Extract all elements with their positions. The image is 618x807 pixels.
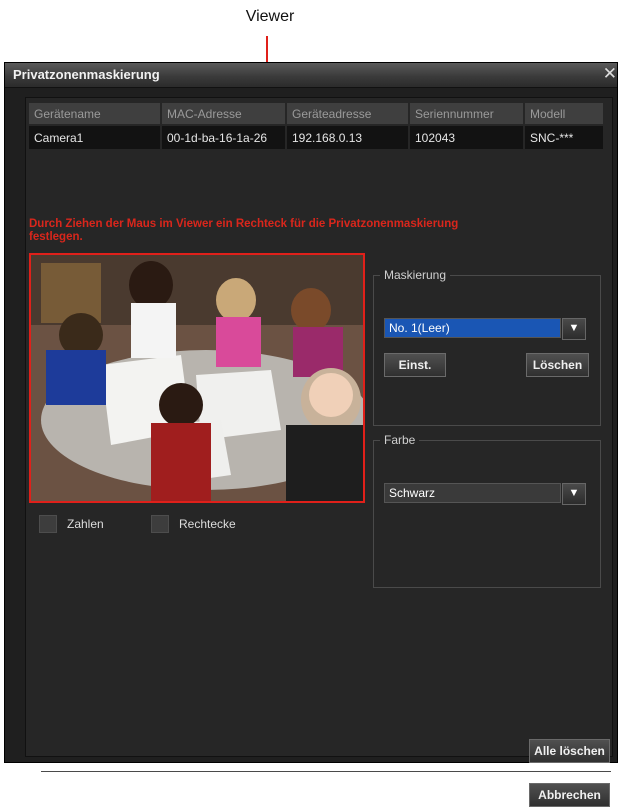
table-cell: 192.168.0.13 xyxy=(287,126,408,149)
set-button[interactable]: Einst. xyxy=(384,353,446,377)
viewer-callout-label: Viewer xyxy=(245,8,295,25)
column-header: Gerätename xyxy=(29,103,160,124)
mask-number-value: No. 1(Leer) xyxy=(389,321,450,335)
table-cell: SNC-*** xyxy=(525,126,603,149)
rectangles-label: Rechtecke xyxy=(179,517,236,531)
numbers-label: Zahlen xyxy=(67,517,104,531)
color-value: Schwarz xyxy=(389,486,436,500)
color-legend: Farbe xyxy=(384,433,416,447)
table-cell: 102043 xyxy=(410,126,523,149)
table-cell: Camera1 xyxy=(29,126,160,149)
camera-image xyxy=(31,255,363,501)
checkbox-box[interactable] xyxy=(151,515,169,533)
column-header: MAC-Adresse xyxy=(162,103,285,124)
column-header: Geräteadresse xyxy=(287,103,408,124)
delete-all-button[interactable]: Alle löschen xyxy=(529,739,610,763)
mask-number-select[interactable]: No. 1(Leer) ▼ xyxy=(384,318,586,340)
viewer-area[interactable] xyxy=(29,253,365,503)
color-select[interactable]: Schwarz ▼ xyxy=(384,483,586,505)
table-header-row: Gerätename MAC-Adresse Geräteadresse Ser… xyxy=(29,103,603,124)
color-group: Farbe xyxy=(373,433,601,588)
privacy-mask-dialog: Privatzonenmaskierung ✕ Gerätename MAC-A… xyxy=(4,62,618,807)
checkbox-box[interactable] xyxy=(39,515,57,533)
rectangles-checkbox[interactable]: Rechtecke xyxy=(151,515,236,533)
close-icon[interactable]: ✕ xyxy=(603,65,617,83)
device-info-table: Gerätename MAC-Adresse Geräteadresse Ser… xyxy=(27,101,605,151)
table-cell: 00-1d-ba-16-1a-26 xyxy=(162,126,285,149)
cancel-button[interactable]: Abbrechen xyxy=(529,783,610,807)
masking-legend: Maskierung xyxy=(384,268,447,282)
divider xyxy=(41,771,611,772)
chevron-down-icon[interactable]: ▼ xyxy=(562,483,586,505)
instruction-text: Durch Ziehen der Maus im Viewer ein Rech… xyxy=(29,218,459,243)
column-header: Seriennummer xyxy=(410,103,523,124)
chevron-down-icon[interactable]: ▼ xyxy=(562,318,586,340)
column-header: Modell xyxy=(525,103,603,124)
table-row: Camera1 00-1d-ba-16-1a-26 192.168.0.13 1… xyxy=(29,126,603,149)
dialog-title: Privatzonenmaskierung xyxy=(13,67,160,82)
masking-group: Maskierung xyxy=(373,268,601,426)
numbers-checkbox[interactable]: Zahlen xyxy=(39,515,104,533)
title-bar: Privatzonenmaskierung ✕ xyxy=(5,63,617,88)
delete-button[interactable]: Löschen xyxy=(526,353,589,377)
